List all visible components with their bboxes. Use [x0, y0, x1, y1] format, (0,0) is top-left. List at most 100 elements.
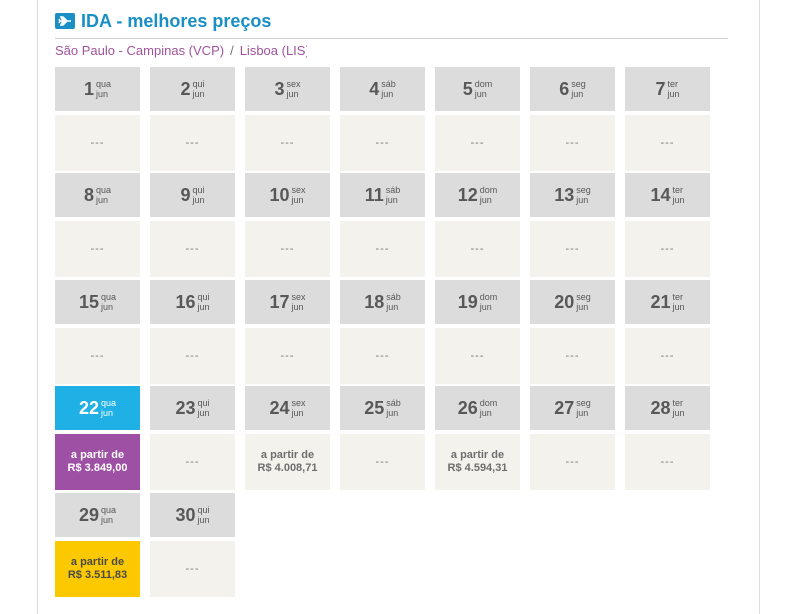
date-cell[interactable]: 19 dom jun — [435, 280, 520, 324]
day-number: 9 — [180, 184, 191, 205]
date-cell[interactable]: 8 qua jun — [55, 173, 140, 217]
month-label: jun — [381, 89, 394, 99]
price-cell[interactable]: --- — [55, 221, 140, 277]
price-cell[interactable]: --- — [55, 115, 140, 171]
date-cell[interactable]: 25 sáb jun — [340, 386, 425, 430]
price-cell[interactable]: --- — [245, 221, 330, 277]
date-cell[interactable]: 1 qua jun — [55, 67, 140, 111]
month-label: jun — [667, 89, 680, 99]
section-header: IDA - melhores preços — [55, 9, 271, 33]
month-label: jun — [192, 89, 205, 99]
price-cell[interactable]: --- — [150, 541, 235, 597]
price-cell[interactable]: --- — [530, 115, 615, 171]
day-weekday-month: seg jun — [571, 79, 586, 99]
day-weekday-month: sáb jun — [386, 398, 401, 418]
price-cell[interactable]: --- — [530, 434, 615, 490]
month-label: jun — [479, 408, 492, 418]
no-price: --- — [185, 137, 200, 149]
price-cell[interactable]: --- — [625, 115, 710, 171]
date-cell[interactable]: 13 seg jun — [530, 173, 615, 217]
price-cell[interactable]: --- — [435, 115, 520, 171]
price-cell[interactable]: --- — [435, 328, 520, 384]
no-price: --- — [375, 350, 390, 362]
month-label: jun — [672, 302, 685, 312]
price-from-label: a partir de — [450, 449, 505, 461]
month-label: jun — [291, 408, 304, 418]
no-price: --- — [470, 350, 485, 362]
no-price: --- — [565, 243, 580, 255]
month-label: jun — [474, 89, 487, 99]
date-cell[interactable]: 11 sáb jun — [340, 173, 425, 217]
date-cell[interactable]: 27 seg jun — [530, 386, 615, 430]
date-cell[interactable]: 17 sex jun — [245, 280, 330, 324]
price-cell[interactable]: --- — [340, 328, 425, 384]
price-value: R$ 3.511,83 — [67, 569, 128, 581]
day-weekday-month: ter jun — [673, 398, 685, 418]
date-cell[interactable]: 10 sex jun — [245, 173, 330, 217]
date-cell[interactable]: 20 seg jun — [530, 280, 615, 324]
day-number: 24 — [269, 397, 290, 418]
price-cell[interactable]: a partir de R$ 3.511,83 — [55, 541, 140, 597]
date-cell[interactable]: 5 dom jun — [435, 67, 520, 111]
date-cell[interactable]: 29 qua jun — [55, 493, 140, 537]
no-price: --- — [90, 350, 105, 362]
price-cell[interactable]: --- — [245, 115, 330, 171]
date-cell[interactable]: 15 qua jun — [55, 280, 140, 324]
price-cell[interactable]: --- — [340, 221, 425, 277]
date-cell[interactable]: 22 qua jun — [55, 386, 140, 430]
price-cell[interactable]: --- — [625, 434, 710, 490]
day-weekday-month: qua jun — [101, 292, 116, 312]
date-cell[interactable]: 16 qui jun — [150, 280, 235, 324]
weekday-label: sex — [291, 292, 306, 302]
date-cell[interactable]: 9 qui jun — [150, 173, 235, 217]
day-number: 6 — [559, 78, 570, 99]
route-origin: São Paulo - Campinas (VCP) — [55, 43, 225, 58]
price-cell[interactable]: a partir de R$ 4.594,31 — [435, 434, 520, 490]
price-cell[interactable]: --- — [435, 221, 520, 277]
price-cell[interactable]: --- — [150, 434, 235, 490]
price-cell[interactable]: --- — [530, 328, 615, 384]
price-cell[interactable]: --- — [150, 328, 235, 384]
day-number: 19 — [457, 291, 478, 312]
weekday-label: qua — [101, 292, 117, 302]
date-cell[interactable]: 6 seg jun — [530, 67, 615, 111]
price-cell[interactable]: --- — [150, 115, 235, 171]
price-cell[interactable]: --- — [150, 221, 235, 277]
no-price: --- — [565, 456, 580, 468]
month-label: jun — [291, 195, 304, 205]
date-cell[interactable]: 18 sáb jun — [340, 280, 425, 324]
no-price: --- — [470, 243, 485, 255]
date-cell[interactable]: 23 qui jun — [150, 386, 235, 430]
month-label: jun — [672, 408, 685, 418]
no-price: --- — [660, 243, 675, 255]
weekday-label: qua — [95, 185, 112, 195]
price-cell[interactable]: --- — [625, 221, 710, 277]
month-label: jun — [571, 89, 584, 99]
date-cell[interactable]: 21 ter jun — [625, 280, 710, 324]
price-cell[interactable]: a partir de R$ 3.849,00 — [55, 434, 140, 490]
date-cell[interactable]: 24 sex jun — [245, 386, 330, 430]
divider — [55, 38, 728, 39]
date-cell[interactable]: 7 ter jun — [625, 67, 710, 111]
day-weekday-month: seg jun — [576, 398, 591, 418]
month-label: jun — [192, 195, 205, 205]
date-cell[interactable]: 4 sáb jun — [340, 67, 425, 111]
date-cell[interactable]: 3 sex jun — [245, 67, 330, 111]
date-cell[interactable]: 12 dom jun — [435, 173, 520, 217]
date-cell[interactable]: 2 qui jun — [150, 67, 235, 111]
no-price: --- — [660, 350, 675, 362]
price-cell[interactable]: --- — [55, 328, 140, 384]
price-cell[interactable]: --- — [340, 434, 425, 490]
date-cell[interactable]: 28 ter jun — [625, 386, 710, 430]
day-number: 26 — [457, 397, 478, 418]
price-cell[interactable]: --- — [340, 115, 425, 171]
day-weekday-month: qua jun — [96, 79, 111, 99]
price-cell[interactable]: --- — [530, 221, 615, 277]
date-cell[interactable]: 26 dom jun — [435, 386, 520, 430]
price-cell[interactable]: a partir de R$ 4.008,71 — [245, 434, 330, 490]
day-weekday-month: qua jun — [96, 185, 111, 205]
date-cell[interactable]: 30 qui jun — [150, 493, 235, 537]
date-cell[interactable]: 14 ter jun — [625, 173, 710, 217]
price-cell[interactable]: --- — [625, 328, 710, 384]
price-cell[interactable]: --- — [245, 328, 330, 384]
